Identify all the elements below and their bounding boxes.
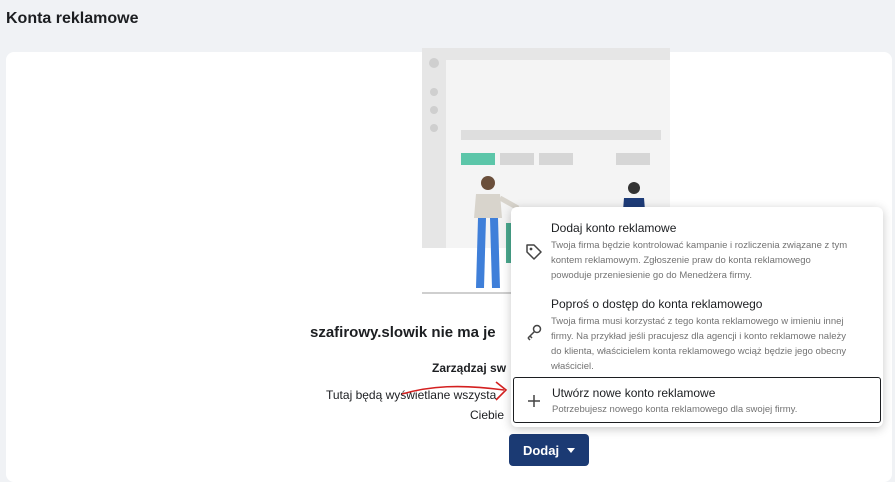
menu-item-description: Twoja firma będzie kontrolować kampanie … — [551, 240, 848, 281]
page-title: Konta reklamowe — [6, 10, 139, 27]
add-dropdown-menu: Dodaj konto reklamowe Twoja firma będzie… — [511, 207, 883, 427]
menu-item-request-access[interactable]: Poproś o dostęp do konta reklamowego Two… — [511, 293, 883, 372]
menu-item-title: Poproś o dostęp do konta reklamowego — [551, 297, 763, 311]
menu-item-description: Potrzebujesz nowego konta reklamowego dl… — [552, 404, 798, 415]
menu-item-title: Dodaj konto reklamowe — [551, 221, 677, 235]
menu-item-create-ad-account[interactable]: Utwórz nowe konto reklamowe Potrzebujesz… — [513, 377, 881, 423]
empty-state-description-line2: Ciebie — [470, 408, 505, 422]
add-button-label: Dodaj — [522, 442, 560, 458]
key-icon — [527, 324, 542, 341]
add-button[interactable]: Dodaj — [509, 434, 589, 466]
plus-icon — [528, 395, 540, 407]
annotation-arrow — [401, 381, 508, 401]
empty-state-subheading: Zarządzaj sw — [432, 361, 507, 375]
menu-item-title: Utwórz nowe konto reklamowe — [552, 386, 716, 400]
menu-item-add-ad-account[interactable]: Dodaj konto reklamowe Twoja firma będzie… — [511, 217, 883, 281]
caret-down-icon — [567, 447, 576, 453]
menu-item-description: Twoja firma musi korzystać z tego konta … — [551, 316, 847, 372]
tag-icon — [526, 244, 542, 260]
empty-state-heading: szafirowy.slowik nie ma je — [310, 324, 496, 341]
